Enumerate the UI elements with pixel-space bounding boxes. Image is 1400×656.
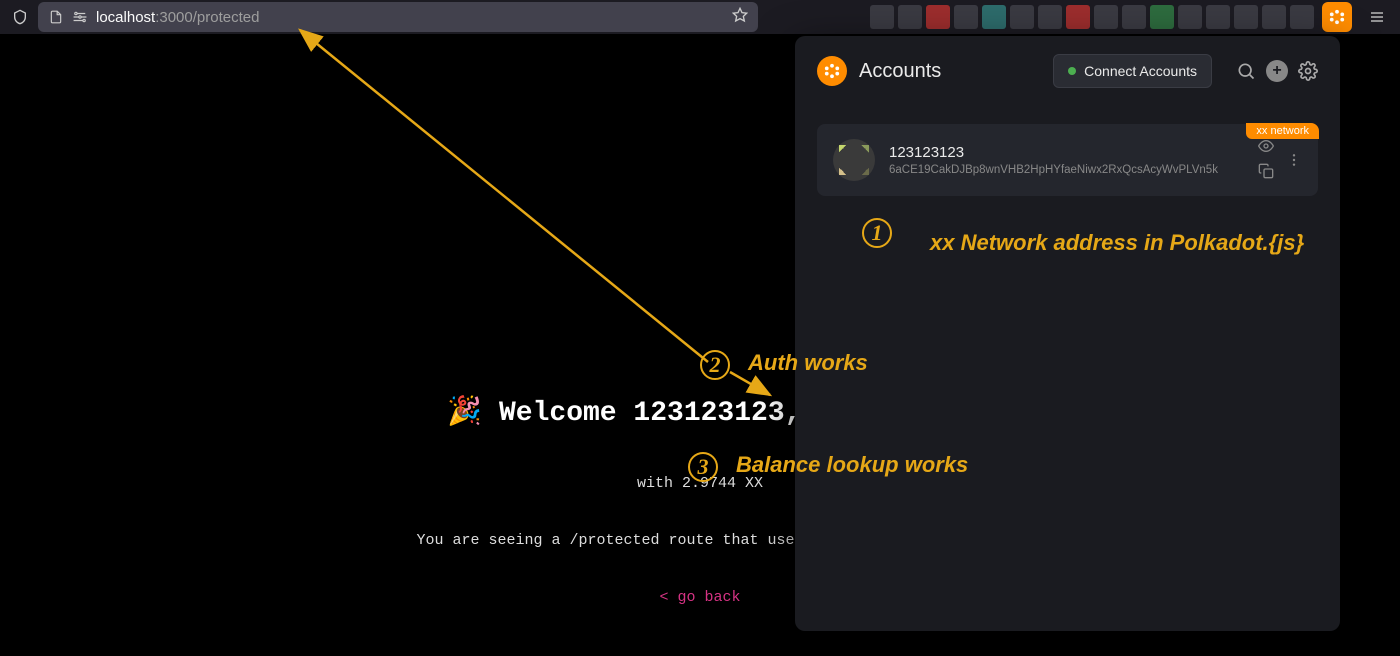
polkadot-logo-icon (817, 56, 847, 86)
extension-icon[interactable] (1234, 5, 1258, 29)
connect-accounts-button[interactable]: Connect Accounts (1053, 54, 1212, 88)
shield-icon[interactable] (8, 5, 32, 29)
extension-title: Accounts (859, 60, 941, 83)
extension-icon[interactable] (1150, 5, 1174, 29)
extension-header: Accounts Connect Accounts + (817, 54, 1318, 88)
extension-icon[interactable] (1010, 5, 1034, 29)
page-icon (48, 5, 64, 29)
extension-icon[interactable] (982, 5, 1006, 29)
extension-icon[interactable] (898, 5, 922, 29)
extension-icon[interactable] (954, 5, 978, 29)
balance-text: with 2.9744 XX (637, 475, 763, 492)
add-account-button[interactable]: + (1266, 60, 1288, 82)
address-bar[interactable]: localhost:3000/protected (38, 2, 758, 32)
visibility-eye-icon[interactable] (1258, 138, 1274, 157)
bookmark-star-icon[interactable] (732, 7, 748, 28)
url-text: localhost:3000/protected (96, 9, 724, 26)
extension-icon[interactable] (870, 5, 894, 29)
go-back-link[interactable]: < go back (659, 589, 740, 606)
account-identicon (833, 139, 875, 181)
account-menu-icon[interactable] (1286, 138, 1302, 182)
extension-icon[interactable] (926, 5, 950, 29)
extension-icon[interactable] (1122, 5, 1146, 29)
extension-icon[interactable] (1178, 5, 1202, 29)
account-card[interactable]: xx network 123123123 6aCE19CakDJBp8wnVHB… (817, 124, 1318, 196)
extension-icon[interactable] (1094, 5, 1118, 29)
extension-icon[interactable] (1290, 5, 1314, 29)
copy-address-icon[interactable] (1258, 163, 1274, 182)
polkadot-extension-popup: Accounts Connect Accounts + xx network 1… (795, 36, 1340, 631)
polkadot-extension-icon[interactable] (1322, 2, 1352, 32)
status-dot-icon (1068, 67, 1076, 75)
search-icon[interactable] (1236, 60, 1256, 82)
extension-icon[interactable] (1038, 5, 1062, 29)
extension-icon[interactable] (1262, 5, 1286, 29)
extension-icon[interactable] (1066, 5, 1090, 29)
browser-chrome: localhost:3000/protected (0, 0, 1400, 34)
settings-gear-icon[interactable] (1298, 60, 1318, 82)
browser-menu-icon[interactable] (1362, 9, 1392, 25)
permissions-icon[interactable] (72, 5, 88, 29)
account-address: 6aCE19CakDJBp8wnVHB2HpHYfaeNiwx2RxQcsAcy… (889, 164, 1244, 176)
extension-icon[interactable] (1206, 5, 1230, 29)
network-badge: xx network (1246, 123, 1319, 139)
account-name: 123123123 (889, 144, 1244, 161)
browser-extensions-area (870, 2, 1392, 32)
